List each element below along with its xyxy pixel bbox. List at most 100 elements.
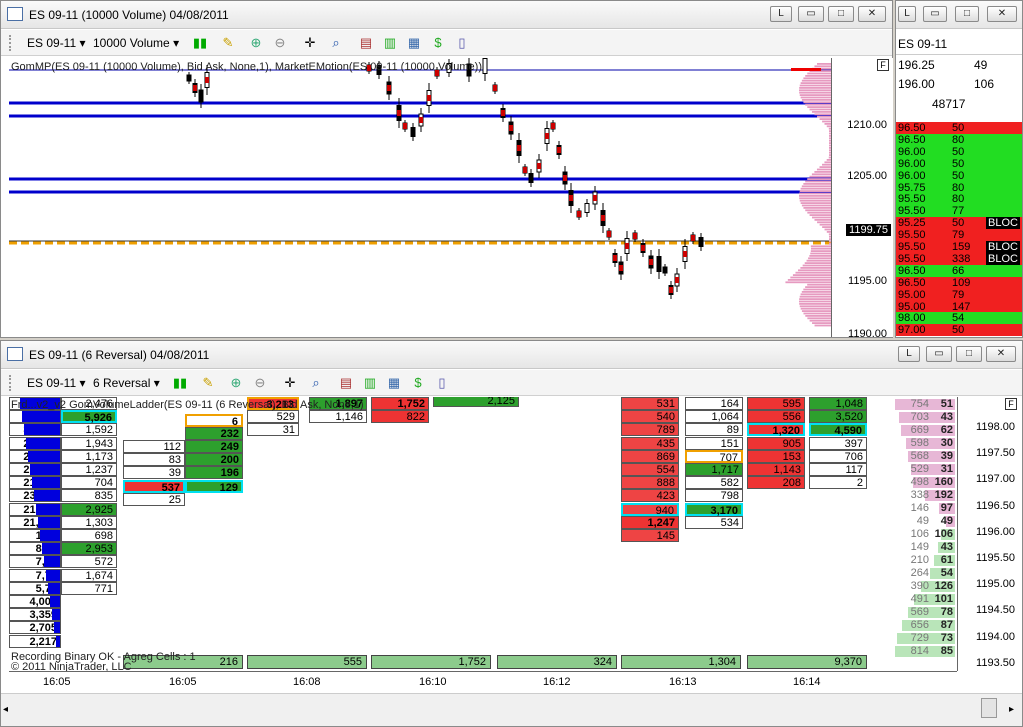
magnifier-icon[interactable]: ⌕ <box>307 374 325 392</box>
instrument-selector[interactable]: ES 09-11 ▾ <box>27 376 86 390</box>
maximize-button[interactable]: □ <box>956 346 982 362</box>
dom-maximize-button[interactable]: □ <box>955 6 979 22</box>
dom-titlebar[interactable]: L ▭ □ ✕ <box>896 1 1022 29</box>
dom-row-size: 80 <box>952 181 965 194</box>
crosshair-icon[interactable]: ✛ <box>301 34 319 52</box>
dollar-icon[interactable]: $ <box>409 374 427 392</box>
crosshair-icon[interactable]: ✛ <box>281 374 299 392</box>
ladder-ask-cell: 3,170 <box>685 502 743 517</box>
bottom-indicator-label: Frd...v2_v2 GomVolumeLadder(ES 09-11 (6 … <box>11 399 364 411</box>
dom-row[interactable]: 96.00 50 <box>896 169 1022 182</box>
dom-row[interactable]: 97.00 50 <box>896 324 1022 337</box>
minimize-button[interactable]: ▭ <box>798 6 824 22</box>
minimize-button[interactable]: ▭ <box>926 346 952 362</box>
strategies-icon[interactable]: ▤ <box>337 374 355 392</box>
dom-row[interactable]: 95.00 147 <box>896 300 1022 313</box>
indicators-icon[interactable]: ▥ <box>361 374 379 392</box>
bar-type-icon[interactable]: ▮▮ <box>191 34 209 52</box>
dom-row-size: 50 <box>952 122 965 134</box>
volume-marker <box>387 85 391 91</box>
dollar-icon[interactable]: $ <box>429 34 447 52</box>
volume-marker <box>601 215 605 221</box>
drawing-pencil-icon[interactable]: ✎ <box>199 374 217 392</box>
link-button[interactable]: L <box>898 346 920 362</box>
dom-row[interactable]: 95.00 79 <box>896 288 1022 301</box>
zoom-out-icon[interactable]: ⊖ <box>271 34 289 52</box>
dom-row[interactable]: 95.50 338 BLOC <box>896 252 1022 265</box>
bottom-price-axis[interactable]: F 1198.00 1197.50 1197.00 1196.50 1196.00 119… <box>957 397 1021 671</box>
zoom-in-icon[interactable]: ⊕ <box>247 34 265 52</box>
cum-volume-bar <box>50 596 60 607</box>
ladder-ask-cell: 534 <box>685 515 743 529</box>
volume-profile-bar <box>807 283 831 286</box>
ladder-ask-cell: 707 <box>685 449 743 464</box>
dom-link-button[interactable]: L <box>898 6 916 22</box>
dom-close-button[interactable]: ✕ <box>987 6 1017 22</box>
dom-row[interactable]: 95.50 79 <box>896 229 1022 242</box>
close-button[interactable]: ✕ <box>986 346 1016 362</box>
dom-minimize-button[interactable]: ▭ <box>923 6 947 22</box>
bar-type-icon[interactable]: ▮▮ <box>171 374 189 392</box>
chart-properties-icon[interactable]: ▦ <box>385 374 403 392</box>
cum-volume-cell: 3,359 <box>9 608 61 622</box>
data-box-icon[interactable]: ▯ <box>453 34 471 52</box>
profile-left-value: 568 <box>910 450 929 462</box>
dom-row[interactable]: 96.00 50 <box>896 157 1022 170</box>
volume-profile-bar <box>807 72 831 75</box>
link-button[interactable]: L <box>770 6 792 22</box>
bottom-chart-titlebar[interactable]: ES 09-11 (6 Reversal) 04/08/2011 L ▭ □ ✕ <box>1 341 1022 369</box>
profile-right-value: 87 <box>940 619 953 631</box>
ladder-ask-cell: 706 <box>809 449 867 463</box>
dom-row[interactable]: 96.50 109 <box>896 276 1022 289</box>
top-price-plot[interactable]: GomMP(ES 09-11 (10000 Volume), Bid Ask, … <box>9 58 831 337</box>
dom-row[interactable]: 95.25 50 BLOC <box>896 217 1022 230</box>
dom-row[interactable]: 96.00 50 <box>896 145 1022 158</box>
scroll-right-icon[interactable]: ▸ <box>1009 704 1014 715</box>
profile-left-value: 338 <box>910 489 929 501</box>
volume-profile-bar <box>805 103 831 106</box>
dom-row-size: 50 <box>952 145 965 158</box>
period-selector[interactable]: 10000 Volume ▾ <box>93 36 179 50</box>
dom-row[interactable]: 98.00 54 <box>896 312 1022 325</box>
strategies-icon[interactable]: ▤ <box>357 34 375 52</box>
dom-row[interactable]: 95.75 80 <box>896 181 1022 194</box>
dom-row[interactable]: 95.50 77 <box>896 205 1022 218</box>
dom-row-size: 80 <box>952 133 965 146</box>
horizontal-scrollbar[interactable]: ◂ ▸ <box>1 693 1022 726</box>
dom-row[interactable]: 96.50 50 <box>896 122 1022 134</box>
chart-properties-icon[interactable]: ▦ <box>405 34 423 52</box>
ladder-ask-cell: 1,303 <box>61 515 117 529</box>
scroll-thumb[interactable] <box>981 698 997 718</box>
scroll-left-icon[interactable]: ◂ <box>3 704 8 715</box>
top-price-axis[interactable]: F 1210.00 1205.00 1199.75 1195.00 1190.0… <box>831 58 893 340</box>
instrument-selector[interactable]: ES 09-11 ▾ <box>27 36 86 50</box>
cum-volume-bar <box>26 437 60 449</box>
drawing-pencil-icon[interactable]: ✎ <box>219 34 237 52</box>
magnifier-icon[interactable]: ⌕ <box>327 34 345 52</box>
dom-row-price: 96.50 <box>898 122 926 134</box>
dom-row[interactable]: 96.50 66 <box>896 264 1022 277</box>
maximize-button[interactable]: □ <box>828 6 854 22</box>
cum-volume-cell: 4,001 <box>9 595 61 608</box>
dom-row[interactable]: 95.50 159 BLOC <box>896 241 1022 253</box>
volume-profile-bar <box>809 175 831 178</box>
indicators-icon[interactable]: ▥ <box>381 34 399 52</box>
data-box-icon[interactable]: ▯ <box>433 374 451 392</box>
dom-row[interactable]: 95.50 80 <box>896 193 1022 206</box>
close-button[interactable]: ✕ <box>858 6 886 22</box>
time-label: 16:10 <box>419 676 447 688</box>
zoom-out-icon[interactable]: ⊖ <box>251 374 269 392</box>
last-price-tag: 1199.75 <box>846 224 891 236</box>
volume-profile-bar <box>806 259 831 262</box>
dom-row[interactable]: 96.50 80 <box>896 133 1022 146</box>
zoom-in-icon[interactable]: ⊕ <box>227 374 245 392</box>
ladder-bid-cell: 789 <box>621 423 679 437</box>
volume-ladder-plot[interactable]: Frd...v2_v2 GomVolumeLadder(ES 09-11 (6 … <box>9 397 957 671</box>
profile-right-value: 49 <box>940 515 953 527</box>
ladder-ask-cell: 698 <box>61 529 117 542</box>
period-selector[interactable]: 6 Reversal ▾ <box>93 376 160 390</box>
volume-marker <box>493 85 497 91</box>
top-chart-titlebar[interactable]: ES 09-11 (10000 Volume) 04/08/2011 L ▭ □… <box>1 1 892 29</box>
volume-bar: 555 <box>247 655 367 669</box>
volume-profile-bar <box>814 113 831 116</box>
